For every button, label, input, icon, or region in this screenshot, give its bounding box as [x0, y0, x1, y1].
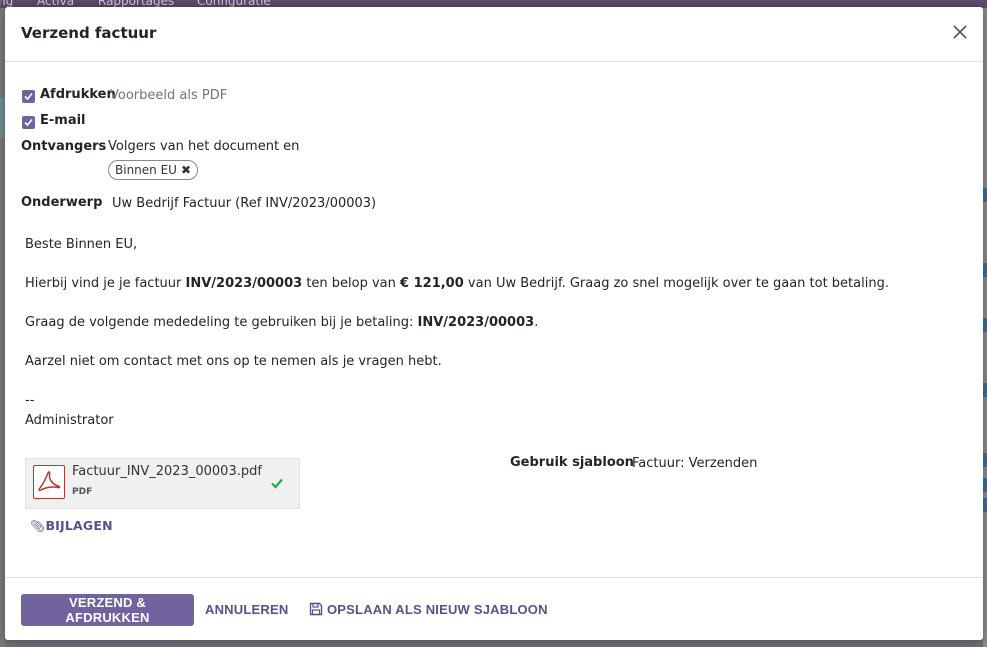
check-icon	[24, 118, 33, 127]
send-invoice-dialog: Verzend factuur Afdrukken Voorbeeld als …	[5, 7, 983, 640]
body-text: .	[534, 315, 539, 330]
close-button[interactable]	[950, 22, 970, 42]
pdf-icon	[33, 465, 65, 499]
invoice-amount: € 121,00	[400, 276, 464, 291]
template-select[interactable]: Factuur: Verzenden	[632, 456, 757, 471]
body-text: Graag de volgende mededeling te gebruike…	[25, 315, 418, 330]
attachment-filename[interactable]: Factuur_INV_2023_00003.pdf	[72, 464, 262, 479]
signature-name[interactable]: Administrator	[25, 413, 114, 428]
recipient-tag-label: Binnen EU	[115, 163, 177, 177]
body-text: ten belop van	[302, 276, 401, 291]
subject-input[interactable]: Uw Bedrijf Factuur (Ref INV/2023/00003)	[112, 196, 376, 211]
signature-dash[interactable]: --	[25, 393, 34, 408]
attachments-button[interactable]: 📎︎BIJLAGEN	[30, 518, 113, 533]
cancel-button[interactable]: ANNULEREN	[205, 594, 288, 626]
recipients-text: Volgers van het document en	[108, 139, 300, 154]
dialog-header: Verzend factuur	[5, 7, 983, 62]
print-label: Afdrukken	[40, 87, 116, 102]
body-paragraph-1[interactable]: Hierbij vind je je factuur INV/2023/0000…	[25, 276, 889, 291]
save-icon	[309, 602, 323, 616]
invoice-number: INV/2023/00003	[185, 276, 303, 291]
attachment-card[interactable]: Factuur_INV_2023_00003.pdf PDF	[25, 458, 300, 509]
close-icon	[953, 25, 967, 39]
print-checkbox[interactable]	[22, 90, 35, 103]
template-label: Gebruik sjabloon	[510, 455, 634, 470]
body-text: Hierbij vind je je factuur	[25, 276, 186, 291]
paperclip-icon: 📎︎	[30, 519, 46, 533]
send-print-button[interactable]: VERZEND & AFDRUKKEN	[21, 594, 194, 626]
dialog-footer: VERZEND & AFDRUKKEN ANNULEREN OPSLAAN AL…	[5, 577, 983, 641]
body-paragraph-2[interactable]: Graag de volgende mededeling te gebruike…	[25, 315, 538, 330]
background-right-edge	[983, 8, 987, 647]
check-icon	[24, 92, 33, 101]
check-icon	[271, 478, 283, 489]
print-hint: Voorbeeld als PDF	[110, 88, 228, 103]
attachments-label: BIJLAGEN	[45, 518, 113, 533]
email-checkbox[interactable]	[22, 116, 35, 129]
recipients-label: Ontvangers	[21, 139, 107, 154]
body-greeting[interactable]: Beste Binnen EU,	[25, 237, 137, 252]
email-label: E-mail	[40, 113, 86, 128]
save-template-label: OPSLAAN ALS NIEUW SJABLOON	[327, 602, 548, 617]
body-text: van Uw Bedrijf. Graag zo snel mogelijk o…	[463, 276, 889, 291]
save-template-button[interactable]: OPSLAAN ALS NIEUW SJABLOON	[309, 594, 548, 626]
payment-reference: INV/2023/00003	[417, 315, 535, 330]
body-paragraph-3[interactable]: Aarzel niet om contact met ons op te nem…	[25, 354, 442, 369]
dialog-title: Verzend factuur	[21, 24, 157, 42]
attachment-type: PDF	[72, 487, 93, 497]
recipient-tag[interactable]: Binnen EU ✖	[108, 160, 199, 180]
subject-label: Onderwerp	[21, 195, 103, 210]
remove-tag-icon[interactable]: ✖	[181, 163, 191, 177]
